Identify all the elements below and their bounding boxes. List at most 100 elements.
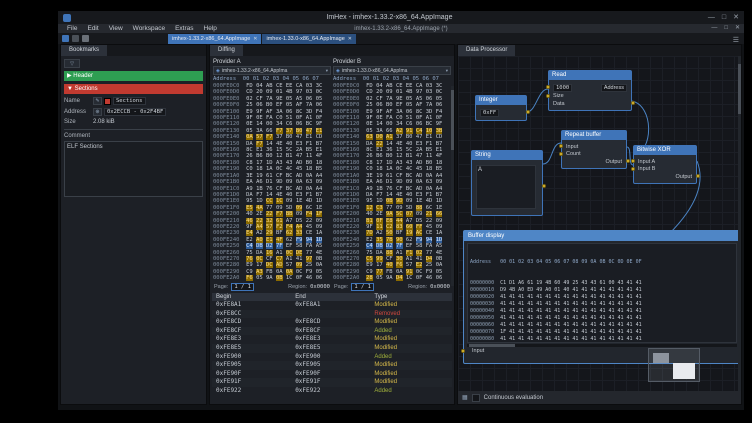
hex-byte[interactable]: 4D [426,198,433,204]
hex-byte[interactable]: 77 [306,250,313,256]
hex-byte[interactable]: 14 [266,141,273,147]
hex-byte[interactable]: AF [266,109,273,115]
hex-byte[interactable]: DA [256,250,263,256]
hex-byte[interactable]: 06 [416,121,423,127]
hex-byte[interactable]: 77 [266,205,273,211]
hex-byte[interactable]: 09 [436,224,443,230]
hex-byte[interactable]: 3A [276,109,283,115]
hex-byte[interactable]: FD [246,83,253,89]
hex-byte[interactable]: AF [416,102,423,108]
hex-byte[interactable]: C8 [246,160,253,166]
hex-byte[interactable]: 0E [246,121,253,127]
hex-byte[interactable]: 30 [396,256,403,262]
input-pin[interactable] [559,144,563,148]
hex-byte[interactable]: D1 [386,179,393,185]
hex-byte[interactable]: CF [396,173,403,179]
hex-byte[interactable]: 91 [406,128,413,134]
hex-byte[interactable]: BB [286,211,293,217]
hex-byte[interactable]: 17 [376,160,383,166]
hex-byte[interactable]: E2 [246,237,253,243]
panel-scrollbar[interactable] [738,56,741,391]
hex-byte[interactable]: E3 [416,192,423,198]
hex-byte[interactable]: F4 [316,109,323,115]
hex-byte[interactable]: A2 [396,128,403,134]
hex-byte[interactable]: 61 [386,173,393,179]
hex-byte[interactable]: E9 [246,262,253,268]
hex-byte[interactable]: 14 [386,192,393,198]
hex-byte[interactable]: AD [296,160,303,166]
hex-byte[interactable]: 09 [316,218,323,224]
open-file-icon[interactable] [62,35,69,42]
hex-byte[interactable]: 0A [246,134,253,140]
buffer-hex-view[interactable]: Address 00 01 02 03 04 05 06 07 08 09 0A… [467,243,737,343]
node-repeat-buffer[interactable]: Repeat buffer Input Count Output [561,130,627,169]
hex-byte[interactable]: 44 [396,218,403,224]
hex-byte[interactable]: D5 [296,218,303,224]
hex-byte[interactable]: 34 [276,121,283,127]
hex-byte[interactable]: 66 [436,211,443,217]
hex-byte[interactable]: 58 [416,243,423,249]
hex-byte[interactable]: CF [276,186,283,192]
hex-byte[interactable]: 0B [436,256,443,262]
hex-byte[interactable]: 9F [246,224,253,230]
input-pin[interactable] [631,167,635,171]
hex-byte[interactable]: 11 [306,153,313,159]
hex-byte[interactable]: E1 [316,128,323,134]
hex-byte[interactable]: C4 [416,128,423,134]
node-buffer-display[interactable]: Buffer display Address 00 01 02 03 04 05… [463,230,738,364]
hex-byte[interactable]: 18 [376,166,383,172]
hex-byte[interactable]: E8 [386,218,393,224]
hex-byte[interactable]: 0B [386,198,393,204]
hex-byte[interactable]: 02 [246,96,253,102]
bookmark-header-row[interactable]: ▶ Header [64,71,203,81]
hex-byte[interactable]: FA [386,115,393,121]
hex-byte[interactable]: 25 [246,102,253,108]
hex-byte[interactable]: 09 [296,262,303,268]
hex-byte[interactable]: BC [306,121,313,127]
hex-byte[interactable]: 41 [416,256,423,262]
hex-byte[interactable]: A7 [406,218,413,224]
page-input[interactable]: 1 / 1 [231,283,254,291]
hex-byte[interactable]: 06 [316,275,323,281]
hex-byte[interactable]: C4 [246,243,253,249]
hex-byte[interactable]: 09 [296,211,303,217]
hex-byte[interactable]: BC [286,173,293,179]
table-row[interactable]: 0xFE9050xFE905Modified [212,361,452,370]
hex-byte[interactable]: 4B [286,89,293,95]
hex-byte[interactable]: 0A [426,186,433,192]
hex-byte[interactable]: 4E [396,192,403,198]
hex-byte[interactable]: AD [416,173,423,179]
hex-byte[interactable]: 34 [396,121,403,127]
hex-byte[interactable]: F9 [426,269,433,275]
document-tab[interactable]: imhex-1.33.0-x86_64.AppImage✕ [262,34,355,44]
hex-byte[interactable]: AF [386,109,393,115]
hex-byte[interactable]: F9 [306,269,313,275]
hex-byte[interactable]: 4F [436,153,443,159]
hex-byte[interactable]: 0C [296,269,303,275]
hex-view-provider-a[interactable]: 000FE0C0 FD 04 AB CE EE CA 03 3C000FE0D0… [213,83,331,282]
hex-byte[interactable]: 0A [396,269,403,275]
hex-byte[interactable]: 00 [386,121,393,127]
hex-byte[interactable]: 7A [306,102,313,108]
hex-byte[interactable]: 76 [386,186,393,192]
hex-byte[interactable]: 45 [426,224,433,230]
hex-byte[interactable]: 09 [386,89,393,95]
tab-diffing[interactable]: Diffing [210,45,243,56]
hex-byte[interactable]: 46 [306,275,313,281]
hex-byte[interactable]: 01 [276,89,283,95]
hex-byte[interactable]: 22 [256,218,263,224]
provider-b-select[interactable]: ◈ imhex-1.33.0-x86_64.AppIma ▾ [333,66,451,75]
hex-byte[interactable]: 1A [436,230,443,236]
hex-byte[interactable]: 40 [366,211,373,217]
hex-byte[interactable]: 14 [266,192,273,198]
hex-byte[interactable]: DB [376,243,383,249]
hex-byte[interactable]: 00 [266,121,273,127]
hex-byte[interactable]: 17 [256,160,263,166]
hex-byte[interactable]: B5 [306,147,313,153]
hex-byte[interactable]: CD [436,134,443,140]
hex-byte[interactable]: 06 [436,102,443,108]
hex-byte[interactable]: CD [246,89,253,95]
hex-byte[interactable]: 05 [366,128,373,134]
hex-byte[interactable]: 88 [386,250,393,256]
hex-byte[interactable]: B7 [436,141,443,147]
